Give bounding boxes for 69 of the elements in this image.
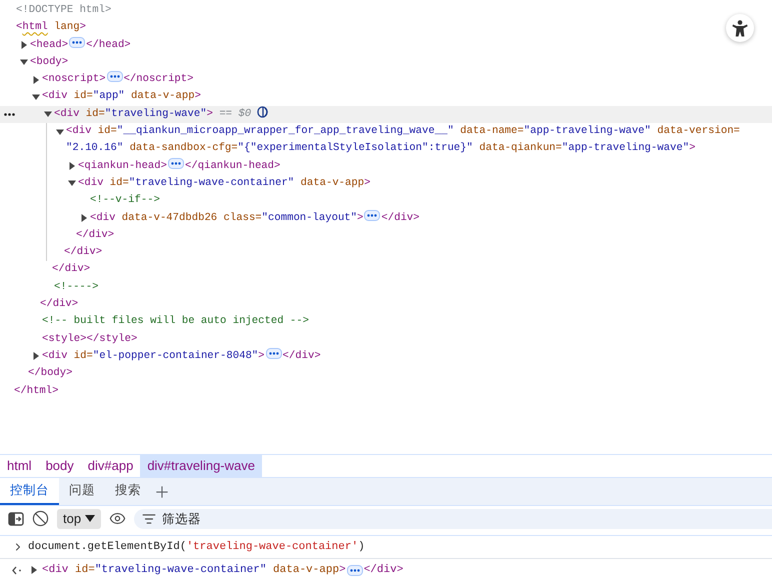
- breadcrumb-item[interactable]: body: [38, 455, 81, 477]
- ellipsis-icon[interactable]: [168, 158, 184, 169]
- closing-tag: </noscript>: [124, 73, 194, 86]
- sidebar-toggle-icon[interactable]: [8, 512, 24, 526]
- closing-tag: </body>: [28, 367, 73, 380]
- panel-tab[interactable]: 搜索: [105, 478, 151, 505]
- panel-tab[interactable]: 问题: [59, 478, 105, 505]
- filter-field[interactable]: 筛选器: [134, 508, 772, 528]
- ellipsis-icon[interactable]: [346, 564, 363, 576]
- filter-input[interactable]: 筛选器: [162, 512, 772, 526]
- ellipsis-icon[interactable]: [364, 210, 380, 221]
- breadcrumb-item[interactable]: html: [0, 455, 39, 477]
- person-icon: [732, 20, 748, 36]
- element-tag: <div id="app" data-v-app>: [42, 90, 201, 102]
- more-icon[interactable]: [4, 112, 15, 116]
- element-tag: <qiankun-head>: [78, 160, 168, 172]
- triangle-icon[interactable]: [32, 352, 40, 360]
- element-tag: <head>: [30, 38, 68, 51]
- context-dropdown[interactable]: top: [57, 508, 102, 528]
- triangle-icon[interactable]: [56, 128, 64, 136]
- element-tag: <div id="traveling-wave-container" data-v-app>: [78, 176, 370, 189]
- element-tag: <html lang>: [16, 21, 86, 34]
- closing-tag: </qiankun-head>: [185, 160, 280, 172]
- triangle-icon[interactable]: [32, 76, 40, 84]
- triangle-icon[interactable]: [44, 110, 52, 118]
- return-arrow-icon: [12, 566, 22, 574]
- ellipsis-icon[interactable]: [266, 348, 282, 359]
- element-tag: <div id="traveling-wave">: [54, 108, 213, 120]
- ellipsis-icon[interactable]: [106, 71, 123, 82]
- filter-icon: [142, 512, 156, 526]
- doctype-declaration: <!DOCTYPE html>: [16, 4, 112, 16]
- closing-tag: </head>: [86, 38, 131, 51]
- breadcrumb-item[interactable]: div#traveling-wave: [140, 455, 262, 477]
- html-comment: <!--v-if-->: [90, 194, 160, 206]
- closing-tag: </div>: [52, 263, 90, 276]
- html-comment: <!-- built files will be auto injected -->: [42, 315, 310, 328]
- element-tag: <noscript>: [42, 73, 106, 86]
- element-tag: <div id="el-popper-container-8048">: [42, 350, 265, 362]
- triangle-icon[interactable]: [32, 92, 40, 101]
- accessibility-button[interactable]: [726, 14, 754, 42]
- breadcrumb-item[interactable]: div#app: [80, 455, 140, 477]
- closing-tag: </div>: [282, 350, 321, 362]
- html-comment: <!---->: [54, 280, 99, 293]
- caret-icon: [85, 515, 96, 522]
- element-tag: <div id="__qiankun_microapp_wrapper_for_app_traveling_wave__" data-name="app-traveling-wave" data-version= "2.10.16" data-sandbox-cfg="{"experimentalStyleIsolation":true}" data-qiankun="app-traveling-wave">: [66, 125, 740, 154]
- selected-row-highlight[interactable]: <div id="traveling-wave"> == $0: [0, 106, 772, 124]
- element-tag: <style></style>: [42, 332, 138, 345]
- closing-tag: </div>: [76, 228, 114, 241]
- triangle-icon[interactable]: [80, 214, 88, 222]
- badge-icon[interactable]: [257, 106, 270, 118]
- closing-tag: </div>: [381, 212, 420, 224]
- ellipsis-icon[interactable]: [69, 36, 86, 48]
- closing-tag: </div>: [64, 246, 102, 258]
- closing-tag: </div>: [364, 564, 404, 576]
- element-tag: <div data-v-47dbdb26 class="common-layout">: [90, 212, 364, 224]
- eye-icon[interactable]: [109, 510, 126, 527]
- element-tag: <body>: [30, 56, 68, 68]
- clear-console-icon[interactable]: [32, 510, 49, 527]
- element-tag: <div id="traveling-wave-container" data-v-app>: [42, 564, 346, 576]
- triangle-icon[interactable]: [30, 566, 38, 574]
- triangle-icon[interactable]: [20, 41, 28, 50]
- closing-tag: </div>: [40, 298, 78, 310]
- triangle-icon[interactable]: [68, 179, 76, 188]
- node-reference: == $0: [219, 108, 252, 120]
- triangle-icon[interactable]: [68, 162, 76, 170]
- console-command: document.getElementById('traveling-wave-container'): [28, 541, 365, 553]
- closing-tag: </html>: [14, 384, 59, 397]
- panel-tab[interactable]: 控制台: [0, 478, 59, 505]
- triangle-icon[interactable]: [20, 58, 28, 66]
